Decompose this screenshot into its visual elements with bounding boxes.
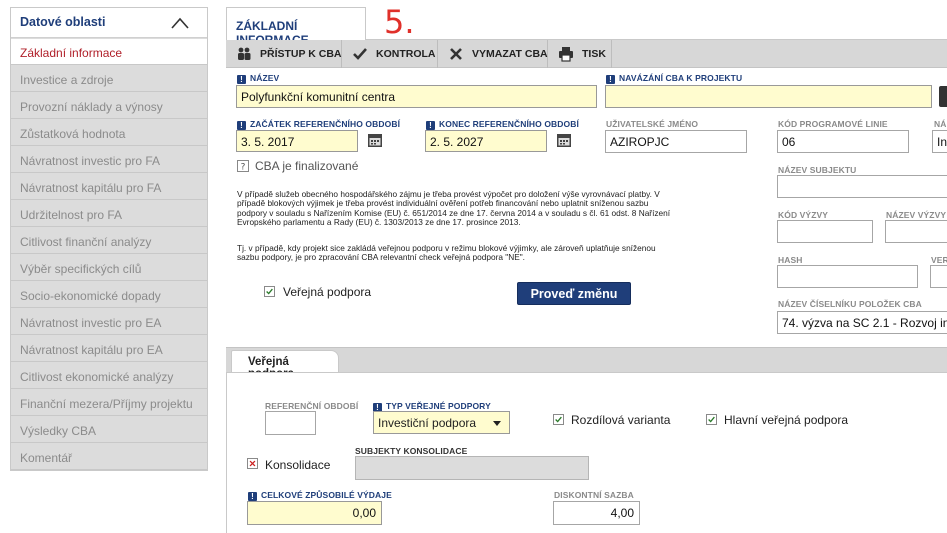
sidebar-item-komentar[interactable]: Komentář [11,444,207,470]
dropdown-arrow-icon [493,421,501,426]
access-cba-label: PŘÍSTUP K CBA [260,48,342,60]
checkbox-checked-icon[interactable] [264,286,275,297]
call-name-label: NÁZEV VÝZVY [886,210,947,220]
question-icon: ? [237,160,249,172]
discount-rate-label: DISKONTNÍ SAZBA [554,490,634,500]
main-support-label: Hlavní veřejná podpora [724,413,849,427]
sidebar-item-socio-ekonomicke-dopady[interactable]: Socio-ekonomické dopady [11,282,207,308]
username-label: UŽIVATELSKÉ JMÉNO [606,119,699,129]
cba-finalized-label: CBA je finalizované [255,159,359,173]
na-label: NÁ [934,119,947,129]
name-field[interactable]: Polyfunkční komunitní centra [236,85,597,108]
sidebar-item-financni-mezera[interactable]: Finanční mezera/Příjmy projektu [11,390,207,416]
chevron-up-icon[interactable] [171,17,189,29]
delete-cba-label: VYMAZAT CBA [472,48,548,60]
call-code-label: KÓD VÝZVY [778,210,829,220]
catalog-label: NÁZEV ČÍSELNÍKU POLOŽEK CBA [778,299,922,309]
link-project-label: ! NAVÁZÁNÍ CBA K PROJEKTU [606,73,742,84]
end-period-field[interactable]: 2. 5. 2027 [425,130,547,152]
checkbox-red-x-icon[interactable] [247,458,258,469]
info-text-2: Tj. v případě, kdy projekt sice zakládá … [237,243,656,263]
hash-label: HASH [778,255,803,265]
diff-variant-label: Rozdílová varianta [571,413,671,427]
sidebar-item-navratnost-investic-ea[interactable]: Návratnost investic pro EA [11,309,207,335]
consolidation-subjects-field[interactable] [355,456,589,480]
subject-name-field[interactable] [777,175,947,198]
delete-cba-button[interactable]: VYMAZAT CBA [438,40,548,68]
reference-period-field[interactable] [265,411,316,435]
total-costs-label: ! CELKOVÉ ZPŮSOBILÉ VÝDAJE [248,490,392,501]
name-label: ! NÁZEV [237,73,279,84]
sidebar-header[interactable]: Datové oblasti [11,8,207,38]
required-info-icon: ! [606,75,615,84]
public-support-label: Veřejná podpora [283,285,372,299]
version-field[interactable] [930,265,947,288]
apply-change-button[interactable]: Proveď změnu [517,282,631,305]
info-text-1: V případě služeb obecného hospodářského … [237,189,671,228]
printer-icon [559,47,573,62]
support-type-value: Investiční podpora [378,416,477,430]
sidebar-item-vysledky-cba[interactable]: Výsledky CBA [11,417,207,443]
sidebar-item-zakladni-informace[interactable]: Základní informace [11,39,207,65]
calendar-icon[interactable] [556,132,572,148]
sidebar-item-navratnost-kapitalu-fa[interactable]: Návratnost kapitálu pro FA [11,174,207,200]
checkbox-checked-icon[interactable] [553,414,564,425]
check-label: KONTROLA [376,48,436,60]
tab-verejna-podpora[interactable]: Veřejná podpora [231,350,339,380]
print-label: TISK [582,48,606,60]
version-label: VER [931,255,947,265]
program-line-field[interactable]: 06 [777,130,909,153]
data-areas-sidebar: Datové oblasti Základní informace Invest… [10,7,208,471]
sidebar-item-investice-a-zdroje[interactable]: Investice a zdroje [11,66,207,92]
required-info-icon: ! [237,75,246,84]
sidebar-item-zustatkova-hodnota[interactable]: Zůstatková hodnota [11,120,207,146]
tab-zakladni-informace[interactable]: ZÁKLADNÍ INFORMACE [226,7,366,47]
link-project-field[interactable] [605,85,932,108]
call-code-field[interactable] [777,220,873,243]
sidebar-title: Datové oblasti [20,15,106,29]
sidebar-item-navratnost-kapitalu-ea[interactable]: Návratnost kapitálu pro EA [11,336,207,362]
checkbox-checked-icon[interactable] [706,414,717,425]
access-cba-button[interactable]: PŘÍSTUP K CBA [226,40,342,68]
reference-period-label: REFERENČNÍ OBDOBÍ [265,401,359,411]
discount-rate-field[interactable]: 4,00 [553,501,640,525]
username-field[interactable]: AZIROPJC [605,130,747,153]
sidebar-item-citlivost-ekonomicke[interactable]: Citlivost ekonomické analýzy [11,363,207,389]
sidebar-item-vyber-cilu[interactable]: Výběr specifických cílů [11,255,207,281]
subject-name-label: NÁZEV SUBJEKTU [778,165,857,175]
check-button[interactable]: KONTROLA [342,40,438,68]
catalog-field[interactable]: 74. výzva na SC 2.1 - Rozvoj infra [777,311,947,334]
print-button[interactable]: TISK [548,40,612,68]
consolidation-subjects-label: SUBJEKTY KONSOLIDACE [355,446,468,456]
link-project-picker-button[interactable] [939,86,947,107]
required-info-icon: ! [237,121,246,130]
total-costs-field[interactable]: 0,00 [247,501,382,525]
call-name-field[interactable] [885,220,947,243]
handwritten-annotation: 5. [384,3,415,41]
na-field[interactable]: Inf [932,130,947,153]
sidebar-item-udrzitelnost-fa[interactable]: Udržitelnost pro FA [11,201,207,227]
calendar-icon[interactable] [367,132,383,148]
support-type-select[interactable]: Investiční podpora [373,411,510,434]
consolidation-label: Konsolidace [265,458,331,472]
start-period-label: ! ZAČÁTEK REFERENČNÍHO OBDOBÍ [237,119,400,130]
toolbar: PŘÍSTUP K CBA KONTROLA VYMAZAT CBA TISK [226,40,947,68]
people-icon [238,47,251,60]
svg-text:?: ? [241,163,246,173]
required-info-icon: ! [248,492,257,501]
start-period-field[interactable]: 3. 5. 2017 [236,130,358,152]
x-icon [450,48,462,60]
required-info-icon: ! [426,121,435,130]
hash-field[interactable] [777,265,918,288]
checkmark-icon [353,48,367,60]
end-period-label: ! KONEC REFERENČNÍHO OBDOBÍ [426,119,579,130]
sidebar-item-citlivost-financni[interactable]: Citlivost finanční analýzy [11,228,207,254]
sidebar-item-provozni-naklady[interactable]: Provozní náklady a výnosy [11,93,207,119]
program-line-label: KÓD PROGRAMOVÉ LINIE [778,119,888,129]
sidebar-item-navratnost-investic-fa[interactable]: Návratnost investic pro FA [11,147,207,173]
